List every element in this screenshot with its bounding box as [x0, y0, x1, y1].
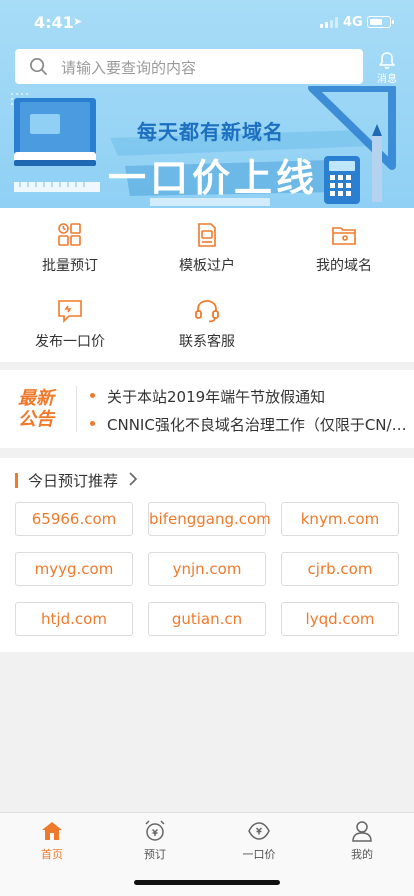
menu-item-label: 批量预订 [42, 258, 98, 274]
menu-item-batch-reserve[interactable]: 批量预订 [10, 222, 130, 275]
top-banner-area: 4:41 ➤ 4G 请输入要查询的内容 消息 每天都有新域名 一口价上线 [0, 0, 414, 208]
divider [76, 386, 77, 432]
tab-mine[interactable]: 我的 [322, 819, 402, 862]
menu-item-my-domains[interactable]: 我的域名 [284, 222, 404, 275]
alarm-clock-icon [145, 820, 165, 841]
status-time: 4:41 [34, 13, 74, 32]
document-icon [198, 223, 216, 247]
menu-item-template-transfer[interactable]: 模板过户 [147, 222, 267, 275]
grid-icon [58, 223, 81, 246]
today-recommend-section: 今日预订推荐 65966.com bifenggang.com knym.com… [0, 458, 414, 652]
chat-icon [58, 300, 82, 323]
domain-chip[interactable]: htjd.com [15, 602, 133, 636]
location-arrow-icon: ➤ [73, 15, 83, 28]
section-accent-bar [15, 473, 18, 488]
headset-icon [195, 300, 219, 323]
search-placeholder: 请输入要查询的内容 [61, 59, 197, 77]
status-bar: 4:41 ➤ 4G [0, 0, 414, 44]
domain-chip[interactable]: myyg.com [15, 552, 133, 586]
chevron-right-icon[interactable] [128, 471, 138, 487]
announcement-badge: 最新 公告 [18, 388, 54, 430]
tab-home[interactable]: 首页 [12, 819, 92, 862]
home-icon [42, 822, 62, 840]
section-title[interactable]: 今日预订推荐 [28, 470, 118, 491]
tab-label: 预订 [144, 848, 166, 861]
network-type: 4G [343, 15, 363, 30]
announcement-panel: 最新 公告 关于本站2019年端午节放假通知 CNNIC强化不良域名治理工作（仅… [0, 370, 414, 448]
domain-chip[interactable]: ynjn.com [148, 552, 266, 586]
user-icon [352, 821, 372, 842]
price-tag-icon [248, 822, 270, 840]
tab-label: 一口价 [242, 848, 276, 861]
menu-item-label: 联系客服 [179, 334, 235, 350]
menu-item-label: 发布一口价 [35, 334, 105, 350]
menu-item-label: 模板过户 [179, 258, 235, 274]
domain-chip[interactable]: cjrb.com [281, 552, 399, 586]
domain-chip[interactable]: lyqd.com [281, 602, 399, 636]
domain-chip[interactable]: 65966.com [15, 502, 133, 536]
search-input[interactable]: 请输入要查询的内容 [15, 49, 363, 84]
home-indicator [134, 880, 280, 885]
domain-chip[interactable]: bifenggang.com [148, 502, 271, 536]
tab-label: 首页 [41, 848, 63, 861]
menu-item-customer-service[interactable]: 联系客服 [147, 298, 267, 351]
messages-button[interactable]: 消息 [373, 51, 401, 85]
signal-icon [320, 17, 338, 28]
folder-icon [332, 227, 356, 245]
tab-fixed-price[interactable]: 一口价 [219, 819, 299, 862]
domain-chip[interactable]: knym.com [281, 502, 399, 536]
feature-menu: 批量预订 模板过户 我的域名 发布一口价 联系客服 [0, 208, 414, 362]
domain-chip[interactable]: gutian.cn [148, 602, 266, 636]
announcement-item[interactable]: 关于本站2019年端午节放假通知 [90, 386, 408, 407]
menu-item-publish-price[interactable]: 发布一口价 [10, 298, 130, 351]
announcement-item[interactable]: CNNIC强化不良域名治理工作（仅限于CN/中国域名） [90, 414, 408, 435]
menu-item-label: 我的域名 [316, 258, 372, 274]
tab-label: 我的 [351, 848, 373, 861]
messages-label: 消息 [377, 74, 397, 85]
battery-icon [367, 16, 394, 28]
search-icon [30, 58, 47, 75]
bell-icon [379, 52, 395, 70]
banner-title: 一口价上线 [108, 156, 319, 200]
tab-reserve[interactable]: 预订 [115, 819, 195, 862]
banner-subtitle: 每天都有新域名 [137, 120, 284, 144]
